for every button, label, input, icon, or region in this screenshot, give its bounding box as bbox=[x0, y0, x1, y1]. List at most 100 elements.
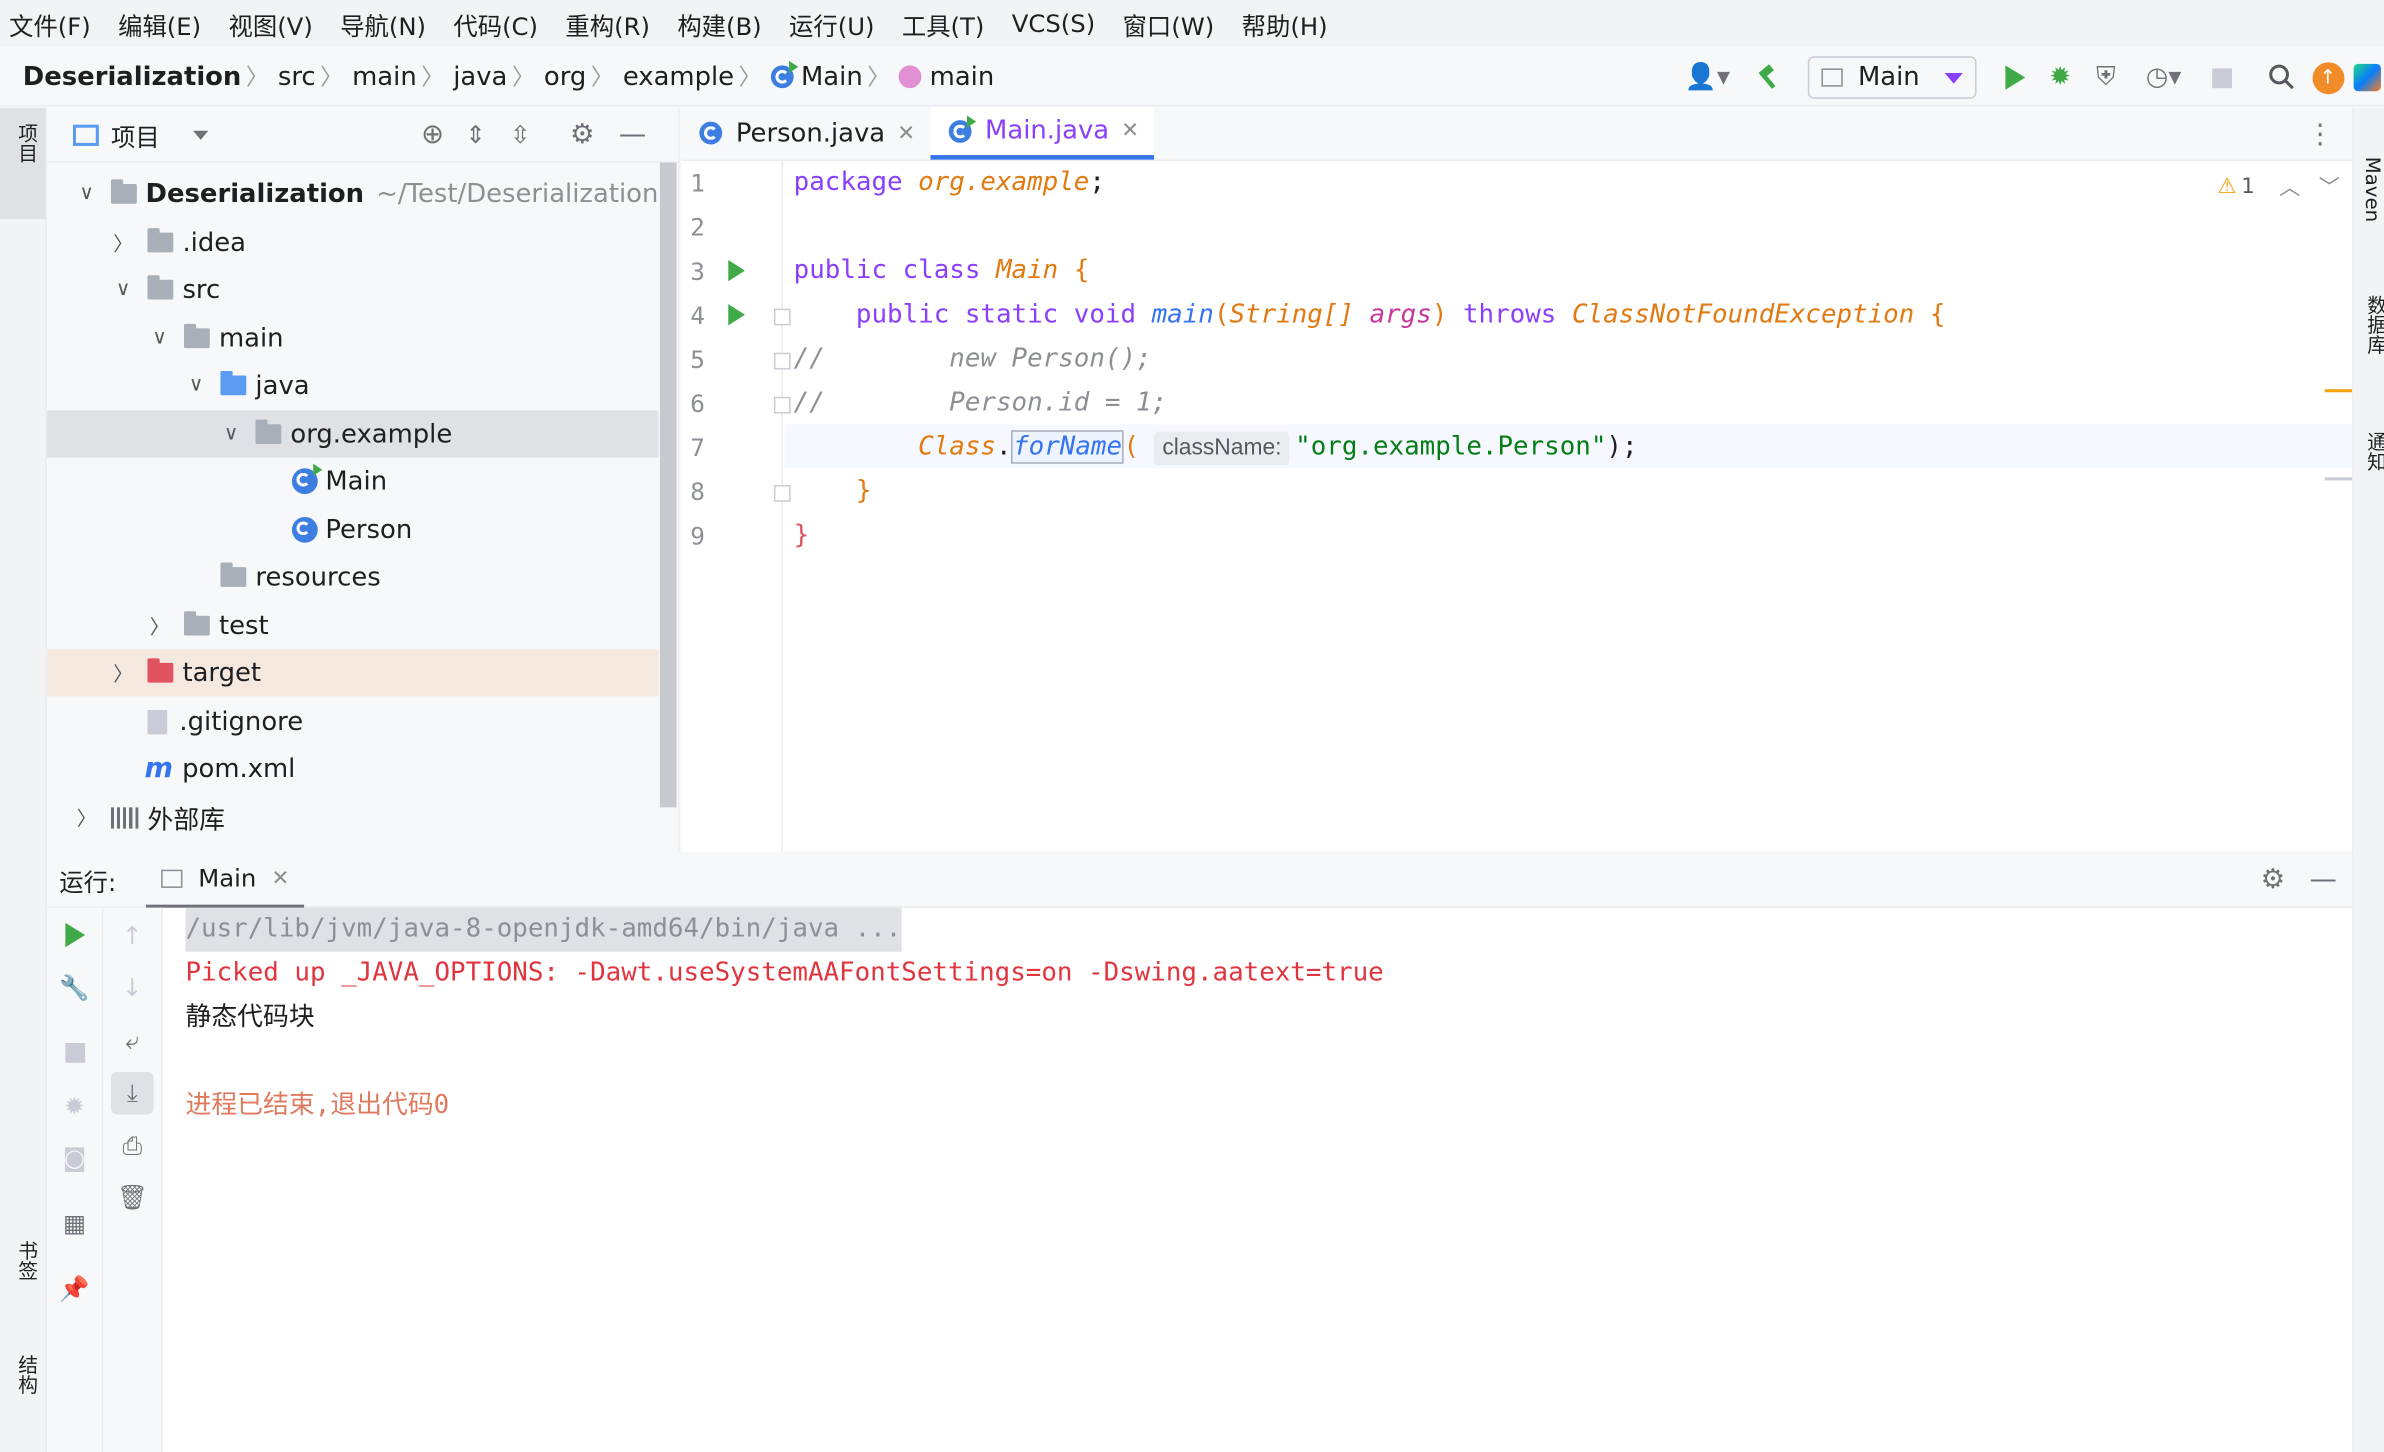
tree-item-org-example[interactable]: ∨ org.example bbox=[47, 410, 659, 458]
chevron-right-icon[interactable]: 〉 bbox=[147, 611, 171, 640]
fold-icon[interactable] bbox=[773, 485, 791, 502]
project-tool-button[interactable]: 项目 bbox=[0, 107, 46, 219]
tree-item-gitignore[interactable]: .gitignore bbox=[47, 698, 658, 745]
wrench-icon[interactable]: 🔧 bbox=[56, 969, 92, 1005]
build-hammer-icon[interactable] bbox=[1747, 55, 1793, 101]
structure-tool-button[interactable]: 结构 bbox=[0, 1347, 46, 1438]
menu-build[interactable]: 构建(B) bbox=[677, 5, 761, 41]
debug-icon[interactable]: ✹ bbox=[56, 1087, 92, 1123]
tree-item-target[interactable]: 〉 target bbox=[47, 649, 659, 697]
menu-navigate[interactable]: 导航(N) bbox=[340, 5, 426, 41]
gear-icon[interactable]: ⚙ bbox=[570, 119, 595, 151]
run-gutter-icon[interactable] bbox=[728, 259, 746, 282]
stop-icon[interactable] bbox=[56, 1034, 92, 1070]
expand-all-icon[interactable]: ⇕ bbox=[465, 120, 485, 149]
soft-wrap-icon[interactable]: ⤶ bbox=[114, 1023, 150, 1059]
tree-item-project-root[interactable]: ∨ Deserialization ~/Test/Deserialization bbox=[47, 170, 658, 217]
menu-view[interactable]: 视图(V) bbox=[229, 5, 313, 41]
update-icon[interactable]: ↑ bbox=[2305, 55, 2351, 101]
project-view-select[interactable]: 项目 bbox=[111, 116, 160, 152]
arrow-up-icon[interactable]: ↑ bbox=[114, 917, 150, 953]
user-icon[interactable]: 👤▾ bbox=[1677, 55, 1738, 101]
tree-item-resources[interactable]: resources bbox=[47, 553, 658, 600]
menu-help[interactable]: 帮助(H) bbox=[1242, 5, 1328, 41]
chevron-right-icon[interactable]: 〉 bbox=[75, 803, 99, 832]
coverage-icon[interactable]: ⛨ bbox=[2083, 55, 2129, 101]
chevron-right-icon[interactable]: 〉 bbox=[111, 228, 135, 257]
tree-item-test[interactable]: 〉 test bbox=[47, 602, 658, 649]
tree-item-main-class[interactable]: Main bbox=[47, 458, 658, 505]
chevron-up-icon[interactable]: ︿ bbox=[2279, 172, 2300, 202]
scroll-to-end-icon[interactable]: ⤓ bbox=[110, 1071, 154, 1115]
menu-code[interactable]: 代码(C) bbox=[453, 5, 538, 41]
debug-icon[interactable]: ✹ bbox=[2037, 55, 2083, 101]
menu-edit[interactable]: 编辑(E) bbox=[118, 5, 201, 41]
trash-icon[interactable]: 🗑 bbox=[114, 1178, 150, 1214]
layout-icon[interactable]: ▦ bbox=[56, 1204, 92, 1240]
console-line-command[interactable]: /usr/lib/jvm/java-8-openjdk-amd64/bin/ja… bbox=[185, 907, 902, 952]
chevron-down-icon[interactable]: ∨ bbox=[75, 182, 99, 205]
menu-vcs[interactable]: VCS(S) bbox=[1012, 9, 1096, 38]
breadcrumb-src[interactable]: src bbox=[278, 62, 316, 92]
menu-file[interactable]: 文件(F) bbox=[9, 5, 91, 41]
fold-icon[interactable] bbox=[773, 308, 791, 326]
search-icon[interactable] bbox=[2259, 55, 2305, 101]
bookmarks-tool-button[interactable]: 书签 bbox=[0, 1233, 46, 1324]
chevron-right-icon[interactable]: 〉 bbox=[111, 658, 135, 687]
tab-main-java[interactable]: Main.java ✕ bbox=[930, 106, 1155, 160]
fold-icon[interactable] bbox=[773, 396, 791, 414]
camera-icon[interactable]: ◙ bbox=[56, 1139, 92, 1175]
breadcrumb-example[interactable]: example bbox=[623, 62, 734, 92]
inspection-widget[interactable]: ⚠ 1 ︿ ﹀ bbox=[2218, 172, 2340, 202]
menu-refactor[interactable]: 重构(R) bbox=[565, 5, 650, 41]
print-icon[interactable]: ⎙ bbox=[114, 1128, 150, 1164]
tab-person-java[interactable]: Person.java ✕ bbox=[681, 106, 930, 159]
project-scrollbar[interactable] bbox=[659, 162, 677, 808]
chevron-down-icon[interactable]: ∨ bbox=[184, 374, 208, 397]
run-icon[interactable] bbox=[1992, 55, 2038, 101]
locate-icon[interactable]: ⊕ bbox=[421, 119, 444, 151]
close-icon[interactable]: ✕ bbox=[1121, 119, 1139, 143]
profiler-icon[interactable]: ◷▾ bbox=[2129, 55, 2199, 101]
close-icon[interactable]: ✕ bbox=[272, 866, 290, 890]
pin-icon[interactable]: 📌 bbox=[56, 1270, 92, 1306]
tree-item-person-class[interactable]: Person bbox=[47, 506, 658, 553]
chevron-down-icon[interactable]: ∨ bbox=[219, 423, 243, 446]
collapse-all-icon[interactable]: ⇳ bbox=[510, 120, 530, 149]
chevron-down-icon[interactable]: ∨ bbox=[147, 327, 171, 350]
chevron-down-icon[interactable]: ∨ bbox=[111, 278, 135, 301]
tree-item-idea[interactable]: 〉 .idea bbox=[47, 219, 658, 266]
menu-run[interactable]: 运行(U) bbox=[789, 5, 874, 41]
tree-item-pom[interactable]: m pom.xml bbox=[47, 745, 658, 792]
fold-icon[interactable] bbox=[773, 352, 791, 370]
tree-item-src[interactable]: ∨ src bbox=[47, 266, 658, 313]
breadcrumb-java[interactable]: java bbox=[453, 62, 507, 92]
chevron-down-icon[interactable] bbox=[193, 129, 209, 140]
jetbrains-logo-icon[interactable] bbox=[2351, 55, 2384, 101]
rerun-icon[interactable] bbox=[56, 917, 92, 953]
breadcrumb-project[interactable]: Deserialization bbox=[23, 62, 242, 92]
arrow-down-icon[interactable]: ↓ bbox=[114, 969, 150, 1005]
maven-tool-button[interactable]: Maven bbox=[2357, 123, 2384, 229]
notifications-tool-button[interactable]: 通知 bbox=[2357, 404, 2384, 495]
tree-item-main[interactable]: ∨ main bbox=[47, 315, 658, 362]
stop-icon[interactable] bbox=[2199, 55, 2245, 101]
menu-window[interactable]: 窗口(W) bbox=[1123, 5, 1215, 41]
run-tab-main[interactable]: Main ✕ bbox=[146, 852, 305, 907]
database-tool-button[interactable]: 数据库 bbox=[2357, 268, 2384, 374]
run-gutter-icon[interactable] bbox=[728, 304, 746, 326]
hide-icon[interactable]: — bbox=[2310, 864, 2337, 896]
close-icon[interactable]: ✕ bbox=[897, 121, 915, 145]
breadcrumb-method[interactable]: main bbox=[930, 62, 995, 92]
hide-icon[interactable]: — bbox=[619, 119, 646, 151]
more-tabs-icon[interactable]: ⋮ bbox=[2306, 118, 2333, 150]
gear-icon[interactable]: ⚙ bbox=[2261, 864, 2286, 896]
menu-tools[interactable]: 工具(T) bbox=[902, 5, 985, 41]
chevron-down-icon[interactable]: ﹀ bbox=[2319, 172, 2340, 202]
breadcrumb-main[interactable]: main bbox=[352, 62, 417, 92]
breadcrumb-class[interactable]: Main bbox=[801, 62, 863, 92]
tree-item-external-libraries[interactable]: 〉 外部库 bbox=[47, 794, 658, 841]
breadcrumb-org[interactable]: org bbox=[544, 62, 586, 92]
run-configuration-select[interactable]: Main bbox=[1807, 56, 1977, 99]
tree-item-java[interactable]: ∨ java bbox=[47, 362, 658, 409]
